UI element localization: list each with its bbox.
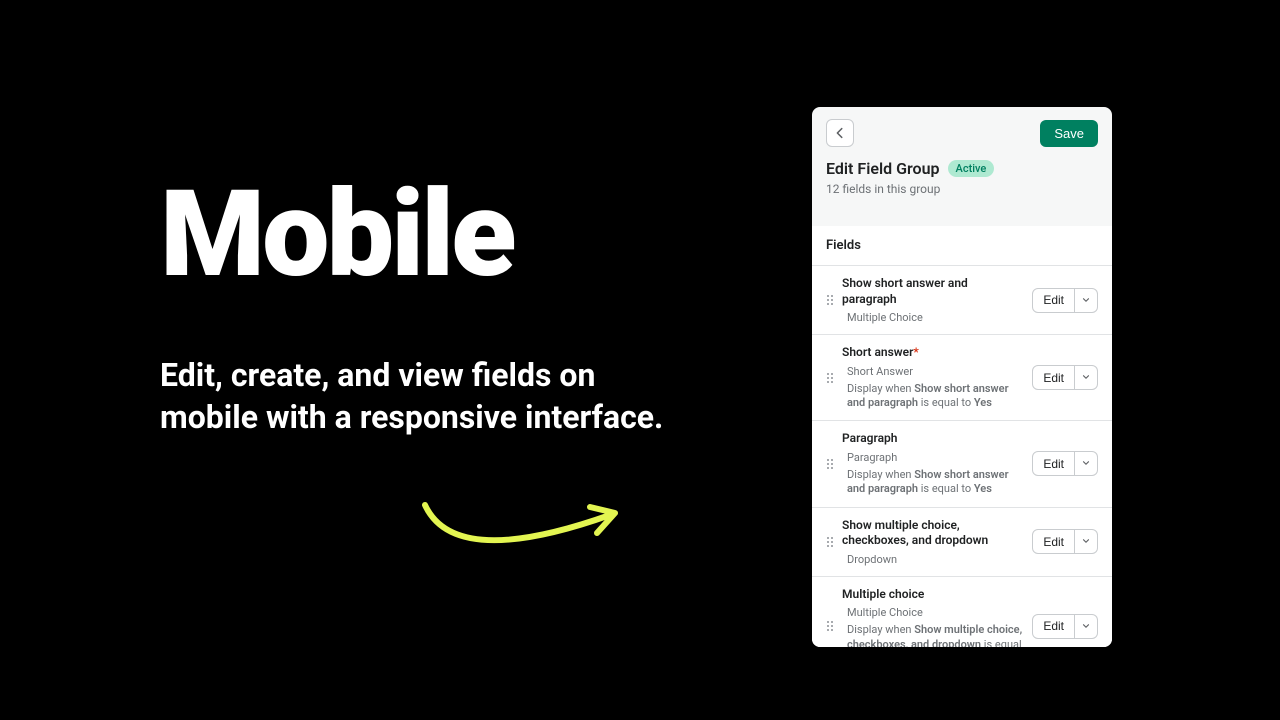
field-title: Show short answer and paragraph xyxy=(842,276,1024,307)
status-badge: Active xyxy=(948,160,995,177)
frame-header: Save xyxy=(812,107,1112,159)
edit-button[interactable]: Edit xyxy=(1032,365,1075,390)
field-row: Multiple choice Multiple Choice Display wh… xyxy=(812,577,1112,647)
field-type: Paragraph xyxy=(842,451,1024,464)
field-actions: Edit xyxy=(1032,451,1098,476)
field-title: Multiple choice xyxy=(842,587,1024,603)
page-title: Edit Field Group xyxy=(826,159,940,178)
drag-handle-icon[interactable] xyxy=(826,620,834,632)
drag-handle-icon[interactable] xyxy=(826,372,834,384)
more-actions-button[interactable] xyxy=(1075,451,1098,476)
mobile-preview-frame: Save Edit Field Group Active 12 fields i… xyxy=(812,107,1112,647)
field-type: Multiple Choice xyxy=(842,606,1024,619)
field-row: Paragraph Paragraph Display when Show shor… xyxy=(812,421,1112,507)
field-content: Paragraph Paragraph Display when Show shor… xyxy=(842,431,1024,496)
field-type: Multiple Choice xyxy=(842,311,1024,324)
arrow-icon xyxy=(415,495,625,575)
chevron-down-icon xyxy=(1081,370,1091,385)
field-actions: Edit xyxy=(1032,529,1098,554)
field-condition: Display when Show short answer and parag… xyxy=(842,382,1024,411)
field-type: Dropdown xyxy=(842,553,1024,566)
fields-list: Show short answer and paragraph Multiple … xyxy=(812,266,1112,647)
field-actions: Edit xyxy=(1032,614,1098,639)
field-row: Show short answer and paragraph Multiple … xyxy=(812,266,1112,335)
chevron-down-icon xyxy=(1081,534,1091,549)
field-actions: Edit xyxy=(1032,288,1098,313)
save-button[interactable]: Save xyxy=(1040,120,1098,147)
field-row: Short answer* Short Answer Display when Sh… xyxy=(812,335,1112,421)
more-actions-button[interactable] xyxy=(1075,365,1098,390)
more-actions-button[interactable] xyxy=(1075,529,1098,554)
hero-subtitle: Edit, create, and view fields on mobile … xyxy=(160,355,680,438)
drag-handle-icon[interactable] xyxy=(826,536,834,548)
field-title: Short answer* xyxy=(842,345,1024,361)
field-condition: Display when Show short answer and parag… xyxy=(842,468,1024,497)
edit-button[interactable]: Edit xyxy=(1032,451,1075,476)
drag-handle-icon[interactable] xyxy=(826,294,834,306)
more-actions-button[interactable] xyxy=(1075,288,1098,313)
more-actions-button[interactable] xyxy=(1075,614,1098,639)
field-row: Show multiple choice, checkboxes, and dr… xyxy=(812,508,1112,577)
arrow-left-icon xyxy=(833,126,847,140)
back-button[interactable] xyxy=(826,119,854,147)
field-condition: Display when Show multiple choice, check… xyxy=(842,623,1024,647)
field-title: Paragraph xyxy=(842,431,1024,447)
page-subtitle: 12 fields in this group xyxy=(826,182,1098,196)
chevron-down-icon xyxy=(1081,293,1091,308)
field-content: Show multiple choice, checkboxes, and dr… xyxy=(842,518,1024,566)
fields-section: Fields Show short answer and paragraph Mu… xyxy=(812,226,1112,647)
field-actions: Edit xyxy=(1032,365,1098,390)
edit-button[interactable]: Edit xyxy=(1032,529,1075,554)
hero-title: Mobile xyxy=(160,175,680,295)
section-header: Fields xyxy=(812,226,1112,266)
field-content: Short answer* Short Answer Display when Sh… xyxy=(842,345,1024,410)
edit-button[interactable]: Edit xyxy=(1032,614,1075,639)
field-title: Show multiple choice, checkboxes, and dr… xyxy=(842,518,1024,549)
drag-handle-icon[interactable] xyxy=(826,458,834,470)
title-block: Edit Field Group Active 12 fields in thi… xyxy=(812,159,1112,208)
edit-button[interactable]: Edit xyxy=(1032,288,1075,313)
field-content: Show short answer and paragraph Multiple … xyxy=(842,276,1024,324)
chevron-down-icon xyxy=(1081,456,1091,471)
chevron-down-icon xyxy=(1081,619,1091,634)
field-type: Short Answer xyxy=(842,365,1024,378)
field-content: Multiple choice Multiple Choice Display wh… xyxy=(842,587,1024,647)
